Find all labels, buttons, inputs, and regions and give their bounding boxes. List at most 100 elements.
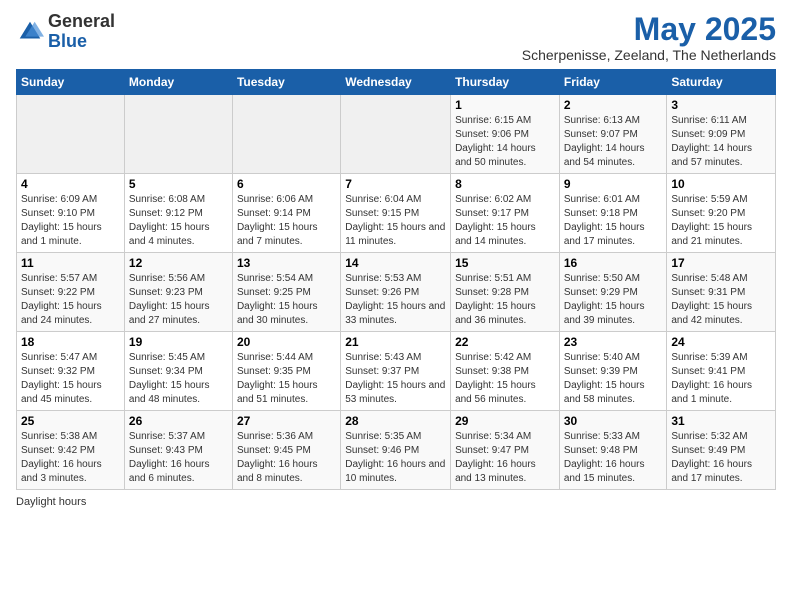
day-info: Sunrise: 6:08 AMSunset: 9:12 PMDaylight:… bbox=[129, 193, 228, 249]
day-number: 15 bbox=[455, 256, 555, 270]
page: General Blue May 2025 Scherpenisse, Zeel… bbox=[0, 0, 792, 516]
col-saturday: Saturday bbox=[667, 70, 776, 95]
table-row: 11 Sunrise: 5:57 AMSunset: 9:22 PMDayligh… bbox=[17, 253, 125, 332]
day-number: 7 bbox=[345, 177, 446, 191]
table-row: 25 Sunrise: 5:38 AMSunset: 9:42 PMDayligh… bbox=[17, 411, 125, 490]
table-row: 21 Sunrise: 5:43 AMSunset: 9:37 PMDayligh… bbox=[341, 332, 451, 411]
day-info: Sunrise: 5:34 AMSunset: 9:47 PMDaylight:… bbox=[455, 430, 555, 486]
table-row: 22Sunrise: 5:42 AMSunset: 9:38 PMDayligh… bbox=[451, 332, 560, 411]
col-monday: Monday bbox=[124, 70, 232, 95]
logo: General Blue bbox=[16, 12, 115, 52]
day-number: 18 bbox=[21, 335, 120, 349]
day-info: Sunrise: 5:48 AMSunset: 9:31 PMDaylight:… bbox=[671, 272, 771, 328]
col-tuesday: Tuesday bbox=[232, 70, 340, 95]
day-info: Sunrise: 6:06 AMSunset: 9:14 PMDaylight:… bbox=[237, 193, 336, 249]
table-row: 31 Sunrise: 5:32 AMSunset: 9:49 PMDayligh… bbox=[667, 411, 776, 490]
table-row bbox=[232, 95, 340, 174]
day-info: Sunrise: 6:02 AMSunset: 9:17 PMDaylight:… bbox=[455, 193, 555, 249]
day-info: Sunrise: 5:42 AMSunset: 9:38 PMDaylight:… bbox=[455, 351, 555, 407]
day-number: 17 bbox=[671, 256, 771, 270]
day-info: Sunrise: 5:32 AMSunset: 9:49 PMDaylight:… bbox=[671, 430, 771, 486]
table-row: 5 Sunrise: 6:08 AMSunset: 9:12 PMDaylight… bbox=[124, 174, 232, 253]
table-row: 16Sunrise: 5:50 AMSunset: 9:29 PMDayligh… bbox=[559, 253, 667, 332]
day-number: 19 bbox=[129, 335, 228, 349]
day-number: 1 bbox=[455, 98, 555, 112]
day-number: 6 bbox=[237, 177, 336, 191]
table-row: 3Sunrise: 6:11 AMSunset: 9:09 PMDaylight… bbox=[667, 95, 776, 174]
day-number: 3 bbox=[671, 98, 771, 112]
calendar-week-row: 4 Sunrise: 6:09 AMSunset: 9:10 PMDaylight… bbox=[17, 174, 776, 253]
logo-blue-text: Blue bbox=[48, 31, 87, 51]
day-number: 10 bbox=[671, 177, 771, 191]
table-row: 19 Sunrise: 5:45 AMSunset: 9:34 PMDayligh… bbox=[124, 332, 232, 411]
table-row: 24Sunrise: 5:39 AMSunset: 9:41 PMDayligh… bbox=[667, 332, 776, 411]
day-number: 30 bbox=[564, 414, 663, 428]
table-row: 28Sunrise: 5:35 AMSunset: 9:46 PMDayligh… bbox=[341, 411, 451, 490]
day-info: Sunrise: 5:33 AMSunset: 9:48 PMDaylight:… bbox=[564, 430, 663, 486]
table-row: 29Sunrise: 5:34 AMSunset: 9:47 PMDayligh… bbox=[451, 411, 560, 490]
table-row: 20 Sunrise: 5:44 AMSunset: 9:35 PMDayligh… bbox=[232, 332, 340, 411]
table-row: 14 Sunrise: 5:53 AMSunset: 9:26 PMDayligh… bbox=[341, 253, 451, 332]
header: General Blue May 2025 Scherpenisse, Zeel… bbox=[16, 12, 776, 63]
day-info: Sunrise: 5:57 AMSunset: 9:22 PMDaylight:… bbox=[21, 272, 120, 328]
calendar-week-row: 11 Sunrise: 5:57 AMSunset: 9:22 PMDayligh… bbox=[17, 253, 776, 332]
table-row: 1 Sunrise: 6:15 AMSunset: 9:06 PMDaylight… bbox=[451, 95, 560, 174]
table-row bbox=[17, 95, 125, 174]
day-number: 20 bbox=[237, 335, 336, 349]
calendar-week-row: 18Sunrise: 5:47 AMSunset: 9:32 PMDayligh… bbox=[17, 332, 776, 411]
table-row: 7Sunrise: 6:04 AMSunset: 9:15 PMDaylight… bbox=[341, 174, 451, 253]
day-info: Sunrise: 6:09 AMSunset: 9:10 PMDaylight:… bbox=[21, 193, 120, 249]
calendar-week-row: 1 Sunrise: 6:15 AMSunset: 9:06 PMDaylight… bbox=[17, 95, 776, 174]
day-number: 25 bbox=[21, 414, 120, 428]
table-row: 17 Sunrise: 5:48 AMSunset: 9:31 PMDayligh… bbox=[667, 253, 776, 332]
col-friday: Friday bbox=[559, 70, 667, 95]
title-block: May 2025 Scherpenisse, Zeeland, The Neth… bbox=[522, 12, 776, 63]
day-number: 13 bbox=[237, 256, 336, 270]
day-number: 2 bbox=[564, 98, 663, 112]
day-number: 31 bbox=[671, 414, 771, 428]
day-number: 4 bbox=[21, 177, 120, 191]
col-sunday: Sunday bbox=[17, 70, 125, 95]
day-info: Sunrise: 5:36 AMSunset: 9:45 PMDaylight:… bbox=[237, 430, 336, 486]
table-row: 15Sunrise: 5:51 AMSunset: 9:28 PMDayligh… bbox=[451, 253, 560, 332]
table-row: 9Sunrise: 6:01 AMSunset: 9:18 PMDaylight… bbox=[559, 174, 667, 253]
day-info: Sunrise: 6:13 AMSunset: 9:07 PMDaylight:… bbox=[564, 114, 663, 170]
calendar-week-row: 25 Sunrise: 5:38 AMSunset: 9:42 PMDayligh… bbox=[17, 411, 776, 490]
table-row: 27 Sunrise: 5:36 AMSunset: 9:45 PMDayligh… bbox=[232, 411, 340, 490]
day-info: Sunrise: 5:54 AMSunset: 9:25 PMDaylight:… bbox=[237, 272, 336, 328]
day-info: Sunrise: 5:44 AMSunset: 9:35 PMDaylight:… bbox=[237, 351, 336, 407]
logo-general-text: General bbox=[48, 11, 115, 31]
day-number: 11 bbox=[21, 256, 120, 270]
table-row: 12Sunrise: 5:56 AMSunset: 9:23 PMDayligh… bbox=[124, 253, 232, 332]
day-info: Sunrise: 5:38 AMSunset: 9:42 PMDaylight:… bbox=[21, 430, 120, 486]
day-number: 24 bbox=[671, 335, 771, 349]
table-row: 6 Sunrise: 6:06 AMSunset: 9:14 PMDaylight… bbox=[232, 174, 340, 253]
day-number: 8 bbox=[455, 177, 555, 191]
logo-icon bbox=[16, 18, 44, 46]
footer: Daylight hours bbox=[16, 496, 776, 508]
day-info: Sunrise: 5:40 AMSunset: 9:39 PMDaylight:… bbox=[564, 351, 663, 407]
day-number: 14 bbox=[345, 256, 446, 270]
day-info: Sunrise: 5:56 AMSunset: 9:23 PMDaylight:… bbox=[129, 272, 228, 328]
day-number: 27 bbox=[237, 414, 336, 428]
day-number: 26 bbox=[129, 414, 228, 428]
table-row: 18Sunrise: 5:47 AMSunset: 9:32 PMDayligh… bbox=[17, 332, 125, 411]
day-info: Sunrise: 6:15 AMSunset: 9:06 PMDaylight:… bbox=[455, 114, 555, 170]
table-row: 26Sunrise: 5:37 AMSunset: 9:43 PMDayligh… bbox=[124, 411, 232, 490]
table-row: 13 Sunrise: 5:54 AMSunset: 9:25 PMDayligh… bbox=[232, 253, 340, 332]
day-info: Sunrise: 5:45 AMSunset: 9:34 PMDaylight:… bbox=[129, 351, 228, 407]
day-number: 28 bbox=[345, 414, 446, 428]
location: Scherpenisse, Zeeland, The Netherlands bbox=[522, 47, 776, 63]
day-number: 9 bbox=[564, 177, 663, 191]
day-number: 5 bbox=[129, 177, 228, 191]
day-info: Sunrise: 5:53 AMSunset: 9:26 PMDaylight:… bbox=[345, 272, 446, 328]
calendar-header-row: Sunday Monday Tuesday Wednesday Thursday… bbox=[17, 70, 776, 95]
day-info: Sunrise: 5:43 AMSunset: 9:37 PMDaylight:… bbox=[345, 351, 446, 407]
day-number: 16 bbox=[564, 256, 663, 270]
calendar: Sunday Monday Tuesday Wednesday Thursday… bbox=[16, 69, 776, 490]
month-title: May 2025 bbox=[522, 12, 776, 47]
table-row: 10Sunrise: 5:59 AMSunset: 9:20 PMDayligh… bbox=[667, 174, 776, 253]
table-row: 2 Sunrise: 6:13 AMSunset: 9:07 PMDaylight… bbox=[559, 95, 667, 174]
col-thursday: Thursday bbox=[451, 70, 560, 95]
day-number: 21 bbox=[345, 335, 446, 349]
